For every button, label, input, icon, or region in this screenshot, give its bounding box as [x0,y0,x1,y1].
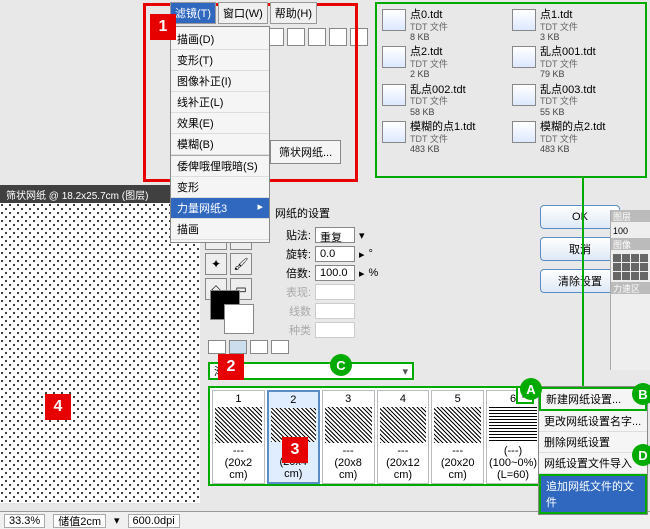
value-display: 储值2cm [53,514,106,528]
menu-help[interactable]: 帮助(H) [270,2,317,24]
file-icon [512,121,536,143]
toolbar-icon[interactable] [308,28,326,46]
menu-item[interactable]: 模糊(B) [171,134,269,155]
mode-icon[interactable] [250,340,268,354]
menu-item[interactable]: 描画 [171,219,269,240]
menu-item[interactable]: 变形 [171,177,269,198]
menu-item[interactable]: 倭俾哦俚哦暗(S) [171,155,269,177]
paste-select[interactable]: 重复 [315,227,355,243]
badge-D: D [632,444,650,466]
file-item[interactable]: 点0.tdtTDT 文件8 KB [382,9,492,42]
file-list: 点0.tdtTDT 文件8 KB 点1.tdtTDT 文件3 KB 点2.tdt… [380,7,642,156]
tone-settings-panel: 网纸的设置 贴法:重复▾ 旋转:0.0▸° 倍数:100.0▸% 表现: 线数 … [275,205,525,341]
ok-button[interactable]: OK [540,205,620,229]
file-icon [512,46,536,68]
menu-item[interactable]: 图像补正(I) [171,71,269,92]
speed-tab[interactable]: 力速区 [611,282,650,294]
file-item[interactable]: 点1.tdtTDT 文件3 KB [512,9,622,42]
ctx-delete[interactable]: 删除网纸设置 [539,432,647,453]
color-swatch[interactable] [210,290,255,335]
rotation-input[interactable]: 0.0 [315,246,355,262]
scale-input[interactable]: 100.0 [315,265,355,281]
clear-button[interactable]: 清除设置 [540,269,620,293]
spin-value[interactable]: 100 [611,224,650,238]
badge-2: 2 [218,354,244,380]
toolbar-icon[interactable] [350,28,368,46]
file-item[interactable]: 模糊的点1.tdtTDT 文件483 KB [382,121,492,154]
file-icon [382,121,406,143]
disabled-field [315,284,355,300]
menu-item[interactable]: 线补正(L) [171,92,269,113]
layer-tab[interactable]: 图层 [611,210,650,222]
canvas-area[interactable] [0,203,200,503]
badge-4: 4 [45,394,71,420]
toolbar-icon[interactable] [329,28,347,46]
file-item[interactable]: 模糊的点2.tdtTDT 文件483 KB [512,121,622,154]
thumb-item[interactable]: 5---(20x20 cm) [431,390,484,484]
right-panel: 图层 100 图像 力速区 [610,210,650,370]
filter-dropdown: 描画(D) 变形(T) 图像补正(I) 线补正(L) 效果(E) 模糊(B) 倭… [170,26,270,243]
toolbar-icon[interactable] [287,28,305,46]
file-icon [382,46,406,68]
ctx-rename[interactable]: 更改网纸设置名字... [539,411,647,432]
file-icon [512,9,536,31]
thumb-item[interactable]: 3---(20x8 cm) [322,390,375,484]
submenu-tone[interactable]: 筛状网纸... [270,140,341,164]
menu-item-tone[interactable]: 力量网纸3 [171,198,269,219]
zoom-display[interactable]: 33.3% [4,514,45,528]
badge-B: B [632,383,650,405]
file-icon [382,84,406,106]
file-item[interactable]: 乱点001.tdtTDT 文件79 KB [512,46,622,79]
menu-item[interactable]: 描画(D) [171,29,269,50]
file-item[interactable]: 乱点002.tdtTDT 文件58 KB [382,84,492,117]
file-item[interactable]: 点2.tdtTDT 文件2 KB [382,46,492,79]
badge-A: A [520,378,542,400]
cancel-button[interactable]: 取消 [540,237,620,261]
disabled-field [315,322,355,338]
mode-icon[interactable] [271,340,289,354]
menu-filter[interactable]: 滤镜(T) [170,2,216,24]
file-icon [382,9,406,31]
tone-thumbnails: 1---(20x2 cm) 2---(20x4 cm) 3---(20x8 cm… [208,386,544,486]
ctx-new[interactable]: 新建网纸设置... [539,387,647,411]
thumb-item[interactable]: 1---(20x2 cm) [212,390,265,484]
mode-icon[interactable] [208,340,226,354]
dpi-display: 600.0dpi [128,514,180,528]
ctx-append[interactable]: 追加网纸文件的文件 [539,474,647,514]
draw-modes [208,340,289,354]
badge-3: 3 [282,437,308,463]
file-icon [512,84,536,106]
ctx-import[interactable]: 网纸设置文件导入 [539,453,647,474]
thumb-item[interactable]: 4---(20x12 cm) [377,390,430,484]
thumb-item[interactable]: 6(---)(100~0%)(L=60) [486,390,540,484]
disabled-field [315,303,355,319]
mode-icon[interactable] [229,340,247,354]
thumbs-context-menu: 新建网纸设置... 更改网纸设置名字... 删除网纸设置 网纸设置文件导入 追加… [538,386,648,515]
wand-tool-icon[interactable]: ✦ [205,253,227,275]
file-item[interactable]: 乱点003.tdtTDT 文件55 KB [512,84,622,117]
badge-C: C [330,354,352,376]
menu-window[interactable]: 窗口(W) [218,2,268,24]
settings-title: 网纸的设置 [275,205,525,221]
menu-item[interactable]: 变形(T) [171,50,269,71]
menu-item[interactable]: 效果(E) [171,113,269,134]
brush-tool-icon[interactable]: 🖌 [230,253,252,275]
badge-1: 1 [150,14,176,40]
image-tab[interactable]: 图像 [611,238,650,250]
